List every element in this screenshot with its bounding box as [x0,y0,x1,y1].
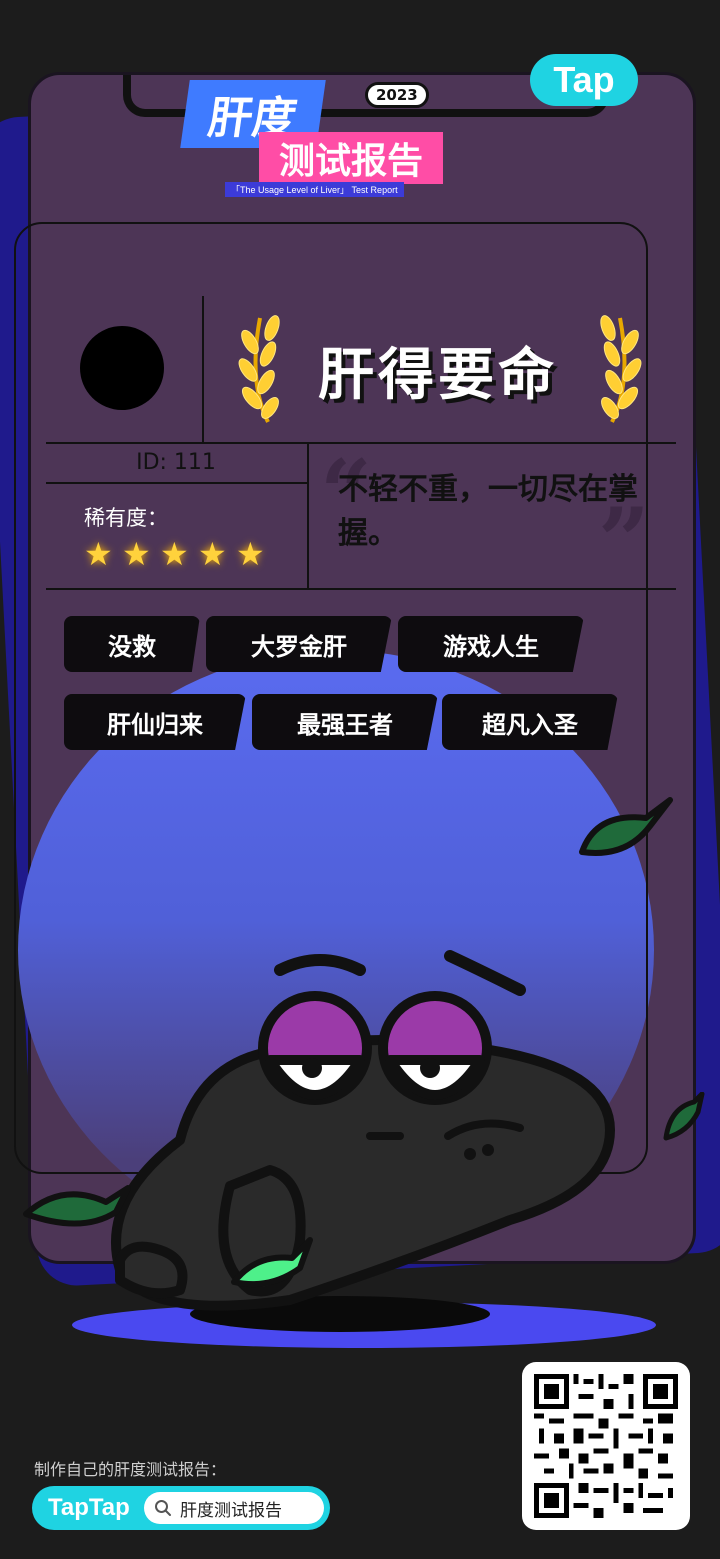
logo-year: 2023 [365,82,429,108]
star-icon: ★ [160,535,189,573]
star-icon: ★ [84,535,113,573]
divider [307,444,309,588]
search-box[interactable]: 肝度测试报告 [144,1492,324,1524]
tag-chip: 没救 [64,616,200,672]
rarity-stars: ★ ★ ★ ★ ★ [84,538,268,570]
taptap-logo-text: TapTap [48,1494,130,1521]
footer-cta-label: 制作自己的肝度测试报告： [34,1460,227,1479]
search-text: 肝度测试报告 [180,1500,282,1521]
divider [46,482,308,484]
tag-chip: 最强王者 [252,694,438,750]
rank-title: 肝得要命 [318,342,558,408]
liver-mascot-illustration [111,950,615,1311]
tag-chip: 游戏人生 [398,616,584,672]
rarity-label: 稀有度： [84,506,168,530]
divider [202,296,204,444]
leaf-icon [579,797,673,856]
logo-subtitle-cn: 测试报告 [259,132,444,184]
leaf-icon [23,1185,131,1227]
divider [46,588,676,590]
laurel-left-icon [238,315,280,423]
laurel-right-icon [600,315,642,423]
report-logo: 肝度 2023 测试报告 「The Usage Level of Liver」 … [180,80,485,200]
star-icon: ★ [236,535,265,573]
leaf-icon [231,1237,313,1288]
quote-text: 不轻不重，一切尽在掌握。 [338,472,638,551]
search-icon [155,1500,171,1516]
tag-chip: 大罗金肝 [206,616,392,672]
tap-badge: Tap [530,54,638,106]
tag-chip: 超凡入圣 [442,694,618,750]
leaf-icon [663,1092,705,1141]
star-icon: ★ [198,535,227,573]
tag-chip: 肝仙归来 [64,694,246,750]
star-icon: ★ [122,535,151,573]
logo-subtitle-en: 「The Usage Level of Liver」 Test Report [225,182,404,197]
user-id: ID: 111 [136,450,216,475]
qr-code [522,1362,690,1530]
avatar [80,326,164,410]
